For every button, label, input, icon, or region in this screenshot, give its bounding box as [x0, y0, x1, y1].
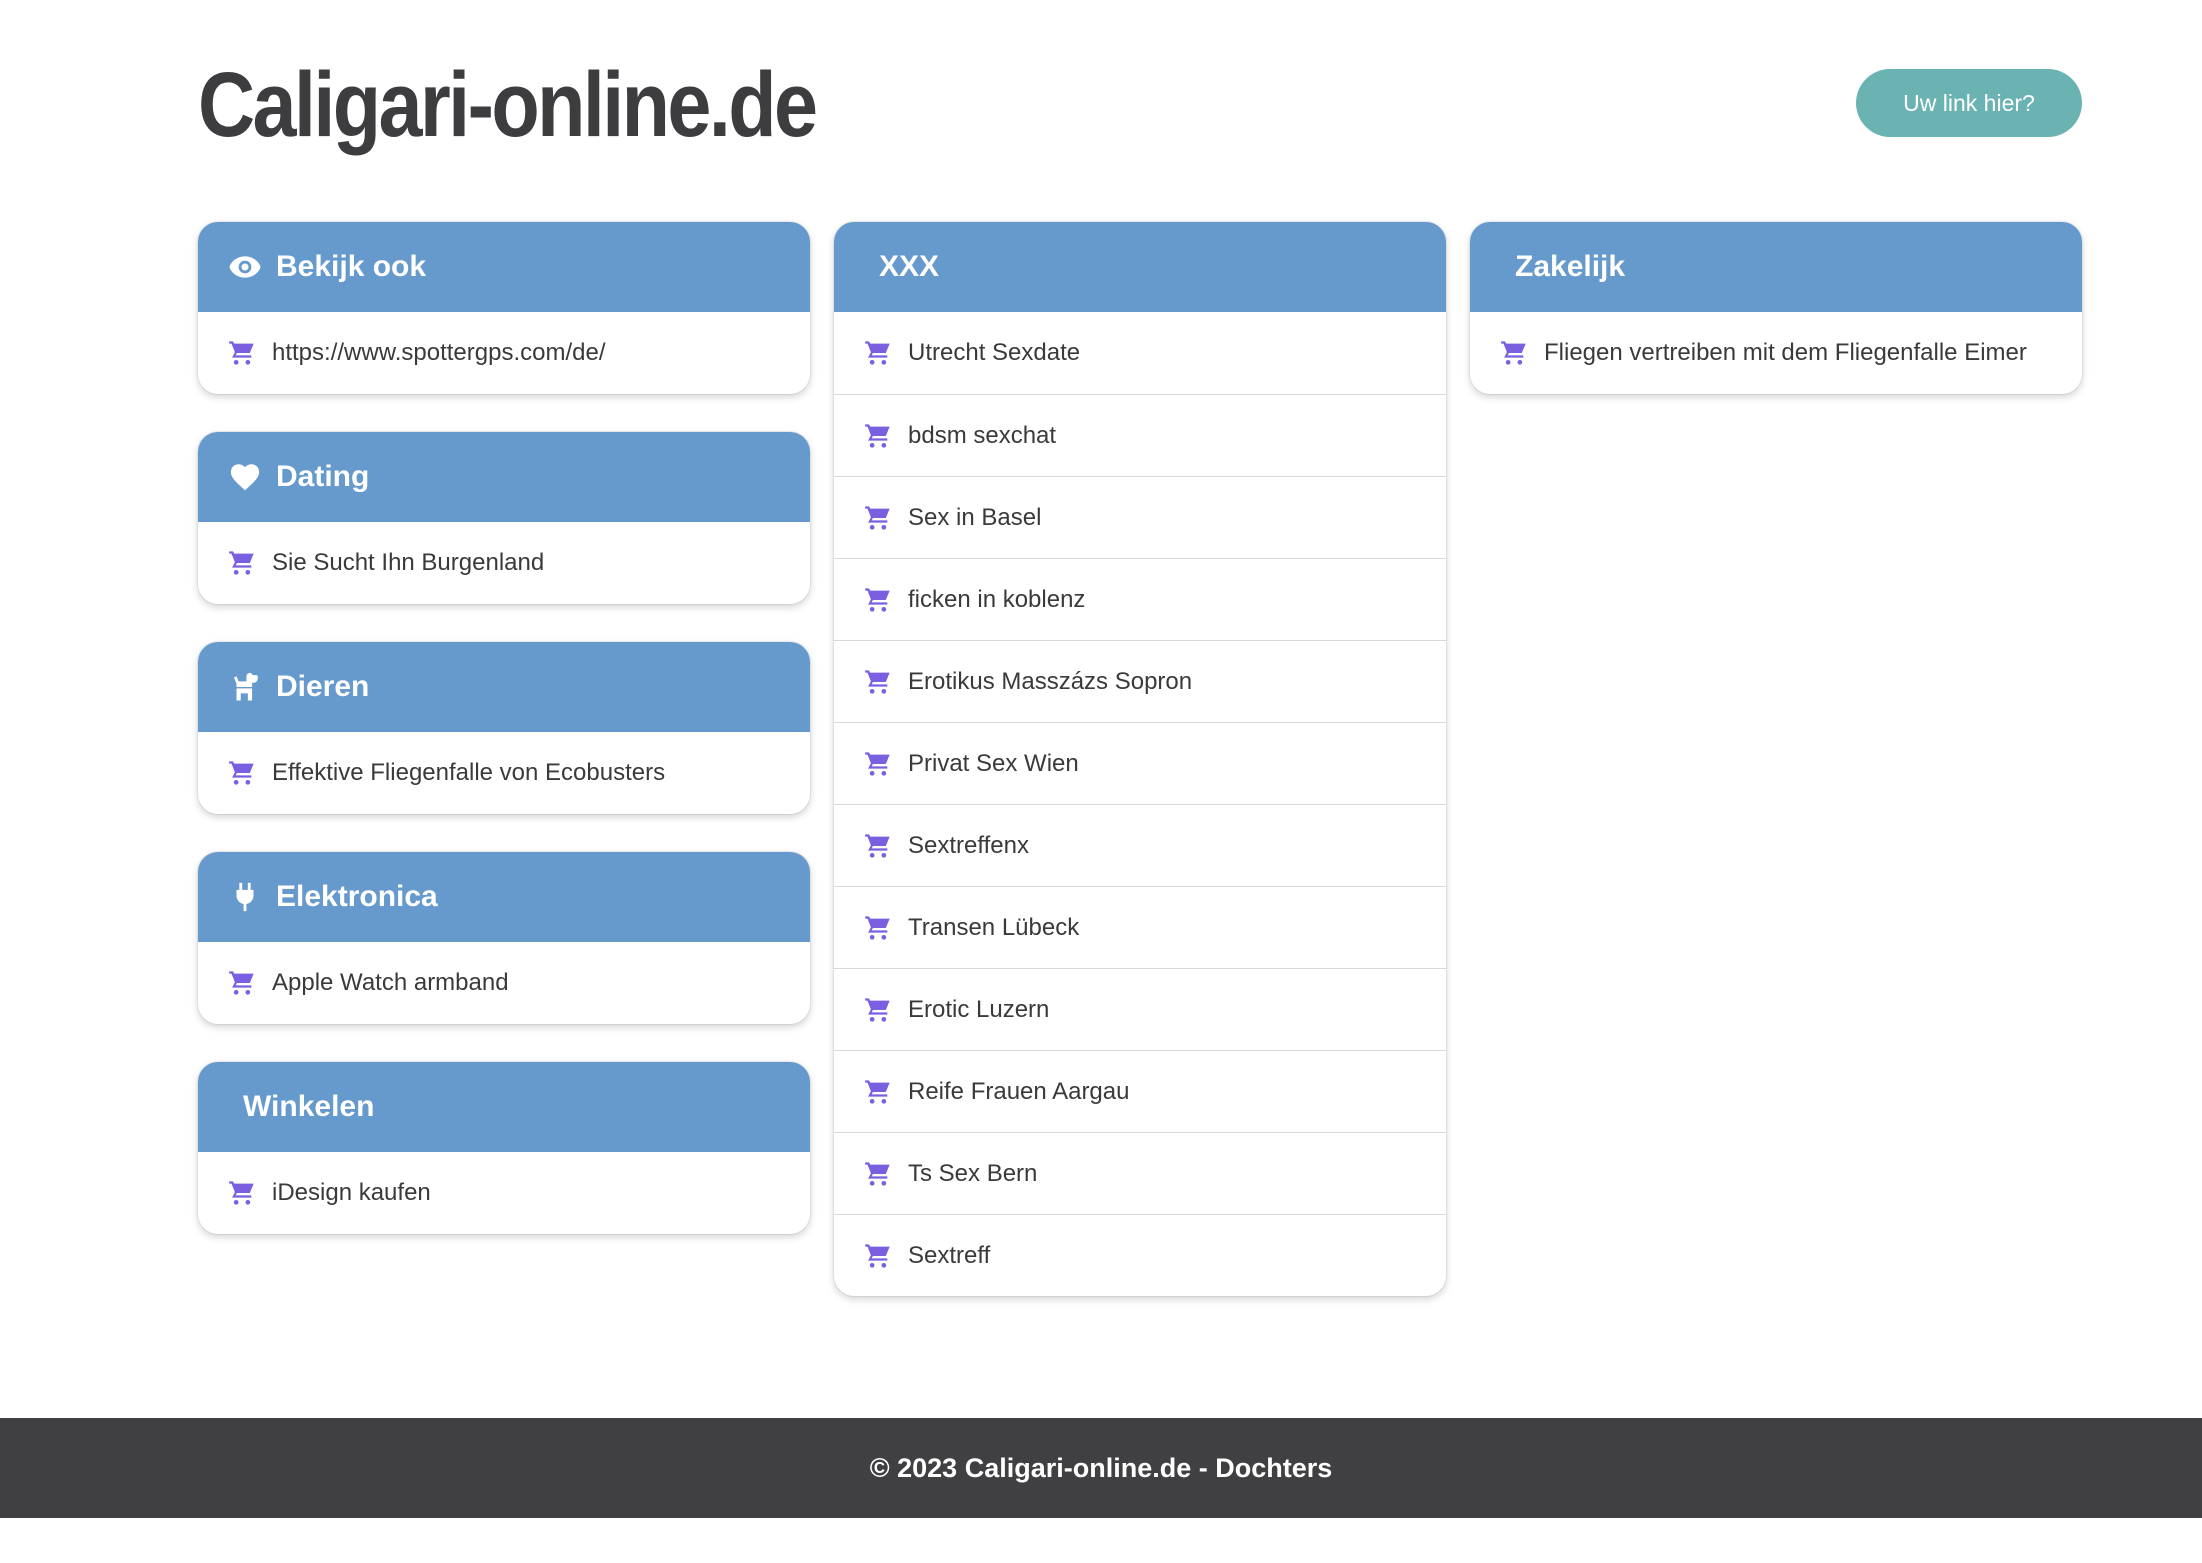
link-item[interactable]: bdsm sexchat [834, 394, 1446, 476]
card-header: Dieren [198, 642, 810, 732]
link-item[interactable]: Sex in Basel [834, 476, 1446, 558]
card-elektronica: Elektronica Apple Watch armband [198, 852, 810, 1024]
card-title: Zakelijk [1515, 250, 1626, 283]
card-xxx: XXX Utrecht Sexdate bdsm sexchat Sex in Bas… [834, 222, 1446, 1296]
cart-icon [228, 759, 256, 787]
card-title: Winkelen [243, 1090, 375, 1123]
link-label[interactable]: iDesign kaufen [272, 1179, 431, 1207]
card-header: Winkelen [198, 1062, 810, 1152]
link-item[interactable]: Reife Frauen Aargau [834, 1050, 1446, 1132]
card-title: Dating [276, 460, 370, 493]
card-dieren: Dieren Effektive Fliegenfalle von Ecobust… [198, 642, 810, 814]
cart-icon [864, 586, 892, 614]
card-header: Dating [198, 432, 810, 522]
link-label[interactable]: Transen Lübeck [908, 914, 1079, 942]
card-title: Bekijk ook [276, 250, 427, 283]
card-header: Zakelijk [1470, 222, 2082, 312]
link-label[interactable]: Reife Frauen Aargau [908, 1078, 1129, 1106]
card-header: XXX [834, 222, 1446, 312]
site-header: Caligari-online.de Uw link hier? [198, 50, 2082, 160]
dog-icon [228, 670, 262, 704]
card-title: XXX [879, 250, 940, 283]
link-item[interactable]: Transen Lübeck [834, 886, 1446, 968]
cart-icon [864, 914, 892, 942]
cart-icon [228, 339, 256, 367]
cart-icon [864, 1078, 892, 1106]
card-title: Dieren [276, 670, 370, 703]
cart-icon [864, 668, 892, 696]
link-label[interactable]: Utrecht Sexdate [908, 339, 1080, 367]
card-title: Elektronica [276, 880, 438, 913]
cart-icon [864, 750, 892, 778]
cart-icon [864, 1160, 892, 1188]
column-3: Zakelijk Fliegen vertreiben mit dem Flieg… [1470, 222, 2082, 432]
link-label[interactable]: ficken in koblenz [908, 586, 1085, 614]
link-item[interactable]: Effektive Fliegenfalle von Ecobusters [198, 732, 810, 814]
link-item[interactable]: Sie Sucht Ihn Burgenland [198, 522, 810, 604]
cart-icon [864, 996, 892, 1024]
eye-icon [228, 250, 262, 284]
link-here-button[interactable]: Uw link hier? [1856, 69, 2082, 137]
card-winkelen: Winkelen iDesign kaufen [198, 1062, 810, 1234]
card-zakelijk: Zakelijk Fliegen vertreiben mit dem Flieg… [1470, 222, 2082, 394]
footer-copyright: © 2023 Caligari-online.de - Dochters [869, 1452, 1333, 1483]
link-label[interactable]: https://www.spottergps.com/de/ [272, 339, 605, 367]
link-label[interactable]: Erotic Luzern [908, 996, 1049, 1024]
cart-icon [864, 504, 892, 532]
link-label[interactable]: Sie Sucht Ihn Burgenland [272, 549, 544, 577]
link-item[interactable]: Erotikus Masszázs Sopron [834, 640, 1446, 722]
cart-icon [864, 422, 892, 450]
link-label[interactable]: Sextreff [908, 1242, 990, 1270]
card-bekijk-ook: Bekijk ook https://www.spottergps.com/de/ [198, 222, 810, 394]
link-label[interactable]: Ts Sex Bern [908, 1160, 1037, 1188]
card-header: Elektronica [198, 852, 810, 942]
link-label[interactable]: Fliegen vertreiben mit dem Fliegenfalle … [1544, 339, 2027, 367]
link-label[interactable]: Sextreffenx [908, 832, 1029, 860]
link-item[interactable]: https://www.spottergps.com/de/ [198, 312, 810, 394]
link-label[interactable]: bdsm sexchat [908, 422, 1056, 450]
cart-icon [228, 969, 256, 997]
link-item[interactable]: ficken in koblenz [834, 558, 1446, 640]
cart-icon [864, 339, 892, 367]
cart-icon [1500, 339, 1528, 367]
link-item[interactable]: Ts Sex Bern [834, 1132, 1446, 1214]
cart-icon [228, 1179, 256, 1207]
cart-icon [864, 832, 892, 860]
link-item[interactable]: Sextreff [834, 1214, 1446, 1296]
link-item[interactable]: Privat Sex Wien [834, 722, 1446, 804]
plug-icon [228, 880, 262, 914]
cart-icon [864, 1242, 892, 1270]
link-item[interactable]: iDesign kaufen [198, 1152, 810, 1234]
card-header: Bekijk ook [198, 222, 810, 312]
link-label[interactable]: Apple Watch armband [272, 969, 509, 997]
column-2: XXX Utrecht Sexdate bdsm sexchat Sex in Bas… [834, 222, 1446, 1334]
link-item[interactable]: Fliegen vertreiben mit dem Fliegenfalle … [1470, 312, 2082, 394]
link-label[interactable]: Sex in Basel [908, 504, 1041, 532]
link-label[interactable]: Effektive Fliegenfalle von Ecobusters [272, 759, 665, 787]
link-item[interactable]: Sextreffenx [834, 804, 1446, 886]
site-title[interactable]: Caligari-online.de [198, 50, 818, 160]
card-dating: Dating Sie Sucht Ihn Burgenland [198, 432, 810, 604]
heart-icon [228, 460, 262, 494]
column-1: Bekijk ook https://www.spottergps.com/de/… [198, 222, 810, 1272]
link-item[interactable]: Apple Watch armband [198, 942, 810, 1024]
link-item[interactable]: Utrecht Sexdate [834, 312, 1446, 394]
link-item[interactable]: Erotic Luzern [834, 968, 1446, 1050]
site-footer: © 2023 Caligari-online.de - Dochters [0, 1418, 2202, 1518]
page: Caligari-online.de Uw link hier? Bekijk … [0, 0, 2202, 1563]
link-label[interactable]: Erotikus Masszázs Sopron [908, 668, 1192, 696]
link-label[interactable]: Privat Sex Wien [908, 750, 1079, 778]
cart-icon [228, 549, 256, 577]
